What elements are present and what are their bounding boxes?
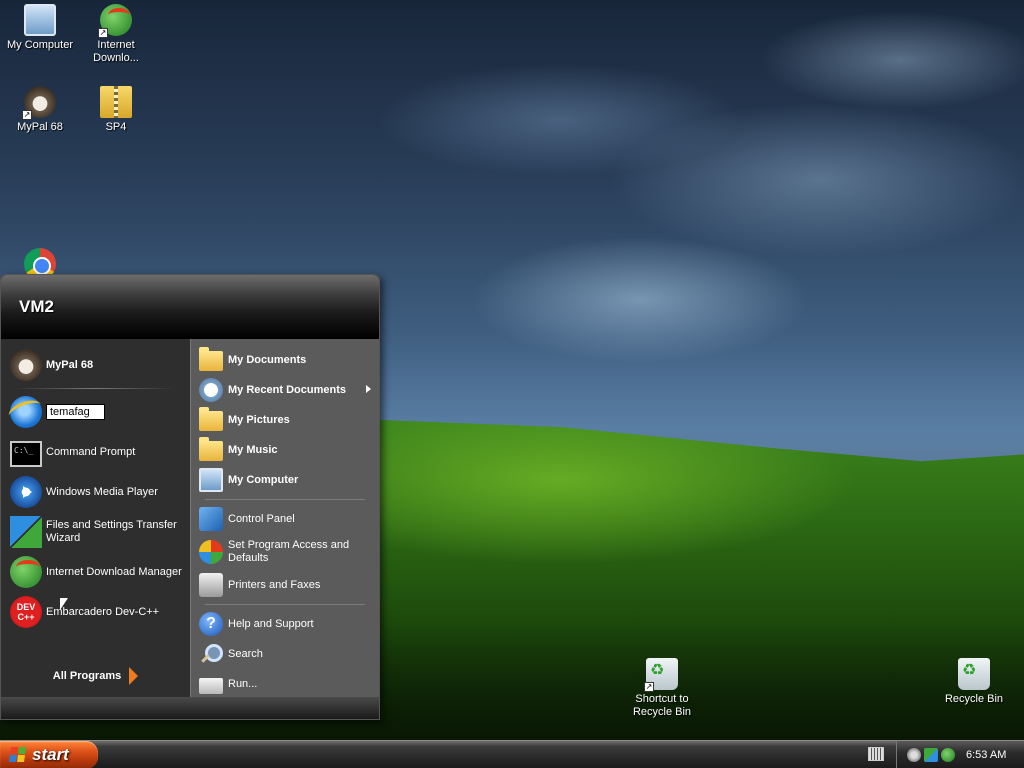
clock[interactable]: 6:53 AM [966, 749, 1006, 761]
menu-item-label: Printers and Faxes [228, 579, 321, 591]
menu-item-label: My Pictures [228, 414, 290, 426]
start-label: start [32, 745, 69, 764]
menu-item-my-computer[interactable]: My Computer [191, 465, 379, 495]
windows-flag-icon [9, 747, 27, 763]
menu-item-label: Command Prompt [46, 445, 136, 458]
desktop-icon-internet-download-manager[interactable]: ↗ Internet Downlo... [76, 4, 156, 65]
start-menu-footer [1, 697, 379, 719]
start-button[interactable]: start [0, 741, 98, 768]
desktop-icon-label: Shortcut to Recycle Bin [632, 693, 692, 718]
menu-item-search[interactable]: Search [191, 639, 379, 669]
menu-item-devcpp[interactable]: DEV C++ Embarcadero Dev-C++ [1, 592, 190, 632]
wmp-icon [10, 476, 42, 508]
desktop-icon-mypal[interactable]: ↗ MyPal 68 [0, 86, 80, 134]
search-icon [199, 642, 223, 666]
rename-input[interactable] [46, 404, 105, 420]
recent-docs-icon [199, 378, 223, 402]
user-name: VM2 [19, 297, 54, 316]
menu-item-my-pictures[interactable]: My Pictures [191, 405, 379, 435]
raccoon-icon [10, 349, 42, 381]
computer-icon [199, 468, 223, 492]
idm-icon: ↗ [98, 4, 132, 38]
arrow-right-icon [129, 667, 139, 685]
desktop-icon-shortcut-recycle-bin[interactable]: ↗ Shortcut to Recycle Bin [622, 658, 702, 719]
menu-item-label: MyPal 68 [46, 358, 94, 371]
recycle-bin-icon [958, 658, 990, 690]
shortcut-arrow-icon: ↗ [22, 110, 32, 120]
desktop-icon-recycle-bin[interactable]: Recycle Bin [934, 658, 1014, 706]
all-programs-button[interactable]: All Programs [1, 661, 190, 691]
menu-item-label: My Music [228, 444, 278, 456]
desktop-icon-label: Internet Downlo... [93, 39, 139, 64]
help-icon: ? [199, 612, 223, 636]
system-tray: 6:53 AM [896, 741, 1024, 768]
set-program-icon [199, 540, 223, 564]
desktop-icon-sp4[interactable]: SP4 [76, 86, 156, 134]
transfer-wizard-icon [10, 516, 42, 548]
taskbar: start 6:53 AM [0, 740, 1024, 768]
menu-separator [205, 604, 365, 605]
folder-icon [199, 437, 223, 461]
computer-icon [24, 4, 56, 36]
internet-explorer-icon [10, 396, 42, 428]
menu-item-label: Set Program Access and Defaults [228, 539, 350, 564]
zip-folder-icon [100, 86, 132, 118]
folder-icon [199, 407, 223, 431]
start-menu-places-pane: My Documents My Recent Documents My Pict… [190, 339, 379, 697]
recycle-bin-icon: ↗ [644, 658, 678, 692]
menu-item-label: Files and Settings Transfer Wizard [46, 519, 177, 544]
menu-separator [205, 499, 365, 500]
menu-item-mypal[interactable]: MyPal 68 [1, 345, 190, 385]
shortcut-arrow-icon: ↗ [644, 682, 654, 692]
menu-item-label: Help and Support [228, 618, 314, 630]
menu-separator [15, 388, 176, 389]
menu-item-idm[interactable]: Internet Download Manager [1, 552, 190, 592]
run-icon [199, 678, 223, 694]
folder-icon [199, 347, 223, 371]
cmd-icon: C:\_ [10, 440, 42, 467]
submenu-arrow-icon [366, 385, 371, 393]
menu-item-set-program-access[interactable]: Set Program Access and Defaults [191, 534, 379, 570]
desktop-icon-label: My Computer [6, 39, 74, 51]
devcpp-icon: DEV C++ [10, 596, 42, 628]
network-icon[interactable] [907, 748, 921, 762]
menu-item-label: My Recent Documents [228, 384, 346, 396]
all-programs-label: All Programs [52, 670, 122, 682]
menu-item-label: Control Panel [228, 513, 295, 525]
raccoon-icon: ↗ [22, 86, 56, 120]
menu-item-my-documents[interactable]: My Documents [191, 345, 379, 375]
menu-item-transfer-wizard[interactable]: Files and Settings Transfer Wizard [1, 512, 190, 552]
menu-item-control-panel[interactable]: Control Panel [191, 504, 379, 534]
menu-item-printers-faxes[interactable]: Printers and Faxes [191, 570, 379, 600]
idm-icon [10, 556, 42, 588]
menu-item-label: Run... [228, 678, 258, 690]
printer-icon [199, 573, 223, 597]
menu-item-recent-documents[interactable]: My Recent Documents [191, 375, 379, 405]
menu-item-windows-media-player[interactable]: Windows Media Player [1, 472, 190, 512]
menu-item-help-support[interactable]: ? Help and Support [191, 609, 379, 639]
start-menu: VM2 MyPal 68 C:\_ Command Prompt Windows… [0, 274, 380, 720]
idm-tray-icon[interactable] [941, 748, 955, 762]
menu-item-label: Internet Download Manager [46, 565, 182, 578]
menu-item-command-prompt[interactable]: C:\_ Command Prompt [1, 432, 190, 472]
menu-item-run[interactable]: Run... [191, 669, 379, 699]
desktop-icon-my-computer[interactable]: My Computer [0, 4, 80, 52]
menu-item-label: My Documents [228, 354, 307, 366]
menu-item-my-music[interactable]: My Music [191, 435, 379, 465]
start-menu-programs-pane: MyPal 68 C:\_ Command Prompt Windows Med… [1, 339, 190, 697]
transfer-icon[interactable] [924, 748, 938, 762]
start-menu-header: VM2 [1, 275, 379, 339]
menu-item-label: My Computer [228, 474, 299, 486]
start-menu-body: MyPal 68 C:\_ Command Prompt Windows Med… [1, 339, 379, 697]
keyboard-language-icon[interactable] [868, 747, 884, 761]
control-panel-icon [199, 507, 223, 531]
menu-item-label: Windows Media Player [46, 485, 158, 498]
shortcut-arrow-icon: ↗ [98, 28, 108, 38]
desktop-icon-label: Recycle Bin [944, 693, 1004, 705]
desktop-icon-label: MyPal 68 [17, 121, 63, 133]
menu-item-ie-rename[interactable] [1, 392, 190, 432]
menu-item-label: Search [228, 648, 263, 660]
desktop-icon-label: SP4 [105, 121, 127, 133]
